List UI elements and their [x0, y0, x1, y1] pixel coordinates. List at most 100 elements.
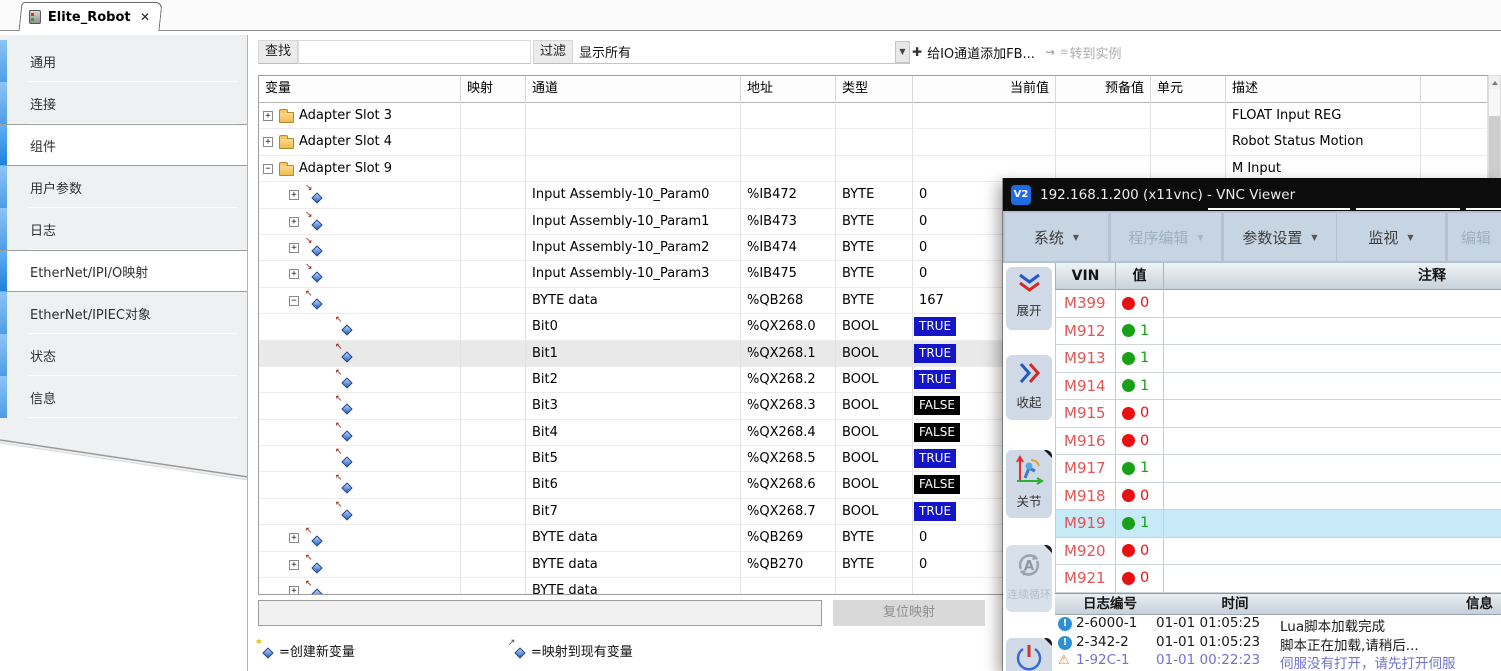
mapping-cell[interactable]: [461, 446, 526, 472]
vin-column-header[interactable]: VIN: [1056, 263, 1116, 290]
sidebar-item-5[interactable]: 日志: [0, 208, 248, 250]
type-cell[interactable]: BOOL: [836, 446, 913, 472]
filter-dropdown[interactable]: 显示所有 ▼: [573, 40, 910, 64]
type-cell[interactable]: BOOL: [836, 499, 913, 525]
vnc-menu-2[interactable]: 程序编辑▼: [1111, 213, 1221, 261]
address-cell[interactable]: %QB270: [741, 552, 836, 578]
current-value-cell[interactable]: [913, 103, 1056, 129]
type-cell[interactable]: BYTE: [836, 288, 913, 314]
sidebar-item-3[interactable]: 组件: [0, 124, 248, 166]
io-table-row[interactable]: +Adapter Slot 3FLOAT Input REG: [259, 103, 1488, 129]
channel-cell[interactable]: BYTE data: [526, 525, 741, 551]
vin-name-cell[interactable]: M914: [1056, 373, 1116, 400]
vin-name-cell[interactable]: M399: [1056, 290, 1116, 317]
vin-row[interactable]: M9210: [1056, 565, 1501, 593]
channel-cell[interactable]: Bit4: [526, 420, 741, 446]
vin-row[interactable]: M9150: [1056, 400, 1501, 428]
type-cell[interactable]: BYTE: [836, 235, 913, 261]
expand-icon[interactable]: +: [289, 560, 299, 570]
add-fb-button[interactable]: ✚ 给IO通道添加FB...: [912, 40, 1035, 64]
vin-column-header[interactable]: 值: [1116, 263, 1164, 290]
vin-comment-cell[interactable]: [1164, 290, 1501, 317]
variable-cell[interactable]: +↖: [259, 552, 461, 578]
goto-instance-button[interactable]: → ≡ 转到实例: [1045, 40, 1121, 64]
expand-icon[interactable]: +: [289, 533, 299, 543]
find-input[interactable]: [298, 40, 531, 64]
variable-cell[interactable]: ↖: [259, 314, 461, 340]
variable-cell[interactable]: ↖: [259, 367, 461, 393]
collapse-icon[interactable]: −: [289, 296, 299, 306]
address-cell[interactable]: %QX268.7: [741, 499, 836, 525]
vnc-titlebar[interactable]: V2 192.168.1.200 (x11vnc) - VNC Viewer: [1003, 178, 1501, 211]
variable-cell[interactable]: ↖: [259, 393, 461, 419]
tab-elite-robot[interactable]: Elite_Robot ✕: [18, 2, 162, 31]
channel-cell[interactable]: BYTE data: [526, 552, 741, 578]
channel-cell[interactable]: BYTE data: [526, 288, 741, 314]
vin-value-cell[interactable]: 1: [1116, 345, 1164, 372]
type-cell[interactable]: BOOL: [836, 341, 913, 367]
vnc-tool-joint[interactable]: 关节: [1006, 450, 1052, 518]
address-cell[interactable]: %IB473: [741, 209, 836, 235]
expand-icon[interactable]: +: [289, 217, 299, 227]
vin-value-cell[interactable]: 1: [1116, 318, 1164, 345]
vin-name-cell[interactable]: M919: [1056, 510, 1116, 537]
channel-cell[interactable]: Input Assembly-10_Param1: [526, 209, 741, 235]
vin-row[interactable]: M9141: [1056, 373, 1501, 401]
log-row[interactable]: !2-6000-101-01 01:05:25Lua脚本加载完成: [1055, 615, 1501, 634]
type-cell[interactable]: [836, 578, 913, 595]
mapping-cell[interactable]: [461, 182, 526, 208]
address-cell[interactable]: %IB475: [741, 261, 836, 287]
unit-cell[interactable]: [1151, 103, 1226, 129]
scroll-up-arrow-icon[interactable]: [1489, 76, 1500, 89]
vnc-tool-loop[interactable]: A连续循环: [1006, 545, 1052, 612]
mapping-cell[interactable]: [461, 129, 526, 155]
io-column-header[interactable]: 描述: [1226, 76, 1421, 103]
address-cell[interactable]: %QX268.3: [741, 393, 836, 419]
vin-value-cell[interactable]: 0: [1116, 538, 1164, 565]
address-cell[interactable]: %QX268.4: [741, 420, 836, 446]
io-column-header[interactable]: 地址: [741, 76, 836, 103]
variable-cell[interactable]: +Adapter Slot 3: [259, 103, 461, 129]
vin-value-cell[interactable]: 0: [1116, 290, 1164, 317]
vin-row[interactable]: M9131: [1056, 345, 1501, 373]
expand-icon[interactable]: +: [289, 269, 299, 279]
vin-name-cell[interactable]: M917: [1056, 455, 1116, 482]
filler-cell[interactable]: [1421, 103, 1488, 129]
vin-comment-cell[interactable]: [1164, 483, 1501, 510]
mapping-cell[interactable]: [461, 420, 526, 446]
channel-cell[interactable]: BYTE data: [526, 578, 741, 595]
variable-cell[interactable]: +↘: [259, 261, 461, 287]
io-column-header[interactable]: 预备值: [1056, 76, 1151, 103]
vin-value-cell[interactable]: 0: [1116, 483, 1164, 510]
current-value-cell[interactable]: [913, 129, 1056, 155]
vin-comment-cell[interactable]: [1164, 345, 1501, 372]
vin-column-header[interactable]: 注释: [1164, 263, 1501, 290]
prepared-value-cell[interactable]: [1056, 103, 1151, 129]
vin-name-cell[interactable]: M918: [1056, 483, 1116, 510]
variable-cell[interactable]: +↘: [259, 209, 461, 235]
log-column-header[interactable]: 时间: [1165, 594, 1305, 616]
channel-cell[interactable]: [526, 129, 741, 155]
address-cell[interactable]: %QB268: [741, 288, 836, 314]
type-cell[interactable]: [836, 156, 913, 182]
variable-cell[interactable]: +Adapter Slot 4: [259, 129, 461, 155]
mapping-cell[interactable]: [461, 314, 526, 340]
type-cell[interactable]: BYTE: [836, 209, 913, 235]
vin-row[interactable]: M9160: [1056, 428, 1501, 456]
vin-value-cell[interactable]: 0: [1116, 565, 1164, 592]
vin-name-cell[interactable]: M913: [1056, 345, 1116, 372]
type-cell[interactable]: BOOL: [836, 393, 913, 419]
variable-cell[interactable]: ↖: [259, 420, 461, 446]
variable-cell[interactable]: +↘: [259, 182, 461, 208]
type-cell[interactable]: BYTE: [836, 182, 913, 208]
vin-comment-cell[interactable]: [1164, 565, 1501, 592]
io-column-header[interactable]: 通道: [526, 76, 741, 103]
vin-name-cell[interactable]: M915: [1056, 400, 1116, 427]
vin-comment-cell[interactable]: [1164, 428, 1501, 455]
vin-row[interactable]: M9191: [1056, 510, 1501, 538]
mapping-cell[interactable]: [461, 393, 526, 419]
mapping-cell[interactable]: [461, 341, 526, 367]
address-cell[interactable]: %IB474: [741, 235, 836, 261]
address-cell[interactable]: [741, 129, 836, 155]
vin-row[interactable]: M9180: [1056, 483, 1501, 511]
